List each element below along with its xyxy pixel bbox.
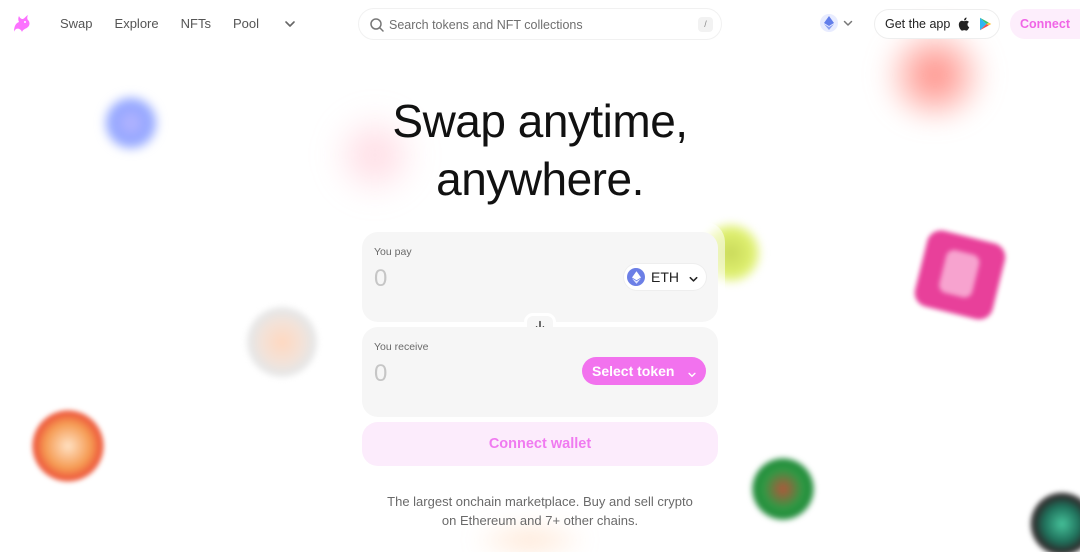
- token-bubble-icon: [246, 306, 318, 378]
- token-bubble-icon: [32, 410, 104, 482]
- nav-links: Swap Explore NFTs Pool: [60, 16, 297, 31]
- apple-icon: [958, 17, 971, 31]
- pay-token-symbol: ETH: [651, 269, 679, 285]
- search-shortcut-key: /: [698, 17, 713, 32]
- select-token-label: Select token: [592, 363, 675, 379]
- page-title: Swap anytime, anywhere.: [0, 92, 1080, 208]
- google-play-icon: [979, 17, 992, 31]
- tagline-line1: The largest onchain marketplace. Buy and…: [387, 494, 693, 509]
- chevron-down-icon: [687, 367, 697, 383]
- receive-label: You receive: [374, 341, 429, 353]
- ethereum-icon: [820, 14, 838, 32]
- tagline-line2: on Ethereum and 7+ other chains.: [441, 513, 639, 528]
- search-input[interactable]: [389, 16, 689, 34]
- nav-link-explore[interactable]: Explore: [115, 16, 159, 31]
- chevron-down-icon[interactable]: [283, 17, 297, 31]
- receive-amount-input[interactable]: [374, 359, 524, 389]
- tagline: The largest onchain marketplace. Buy and…: [0, 492, 1080, 530]
- get-the-app-button[interactable]: Get the app: [874, 9, 1000, 39]
- chevron-down-icon: [843, 20, 853, 26]
- token-bubble-icon: [911, 227, 1009, 323]
- pay-token-selector[interactable]: ETH: [624, 264, 706, 290]
- unicorn-icon[interactable]: [10, 13, 34, 37]
- connect-button[interactable]: Connect: [1010, 9, 1080, 39]
- nav-link-swap[interactable]: Swap: [60, 16, 93, 31]
- receive-panel: You receive Select token: [362, 327, 718, 417]
- pay-label: You pay: [374, 246, 412, 258]
- nav-link-nfts[interactable]: NFTs: [181, 16, 211, 31]
- page-title-line2: anywhere.: [436, 153, 644, 205]
- get-app-label: Get the app: [885, 17, 951, 31]
- select-token-button[interactable]: Select token: [582, 357, 706, 385]
- nav-link-pool[interactable]: Pool: [233, 16, 259, 31]
- pay-amount-input[interactable]: [374, 264, 524, 294]
- ethereum-icon: [627, 268, 645, 286]
- search-icon: [369, 17, 385, 33]
- top-nav: Swap Explore NFTs Pool / Get the app Con…: [0, 0, 1080, 48]
- search-bar[interactable]: /: [358, 8, 722, 40]
- chevron-down-icon: [688, 272, 699, 290]
- connect-wallet-button[interactable]: Connect wallet: [362, 422, 718, 466]
- pay-panel: You pay ETH: [362, 232, 718, 322]
- page-title-line1: Swap anytime,: [392, 95, 688, 147]
- chain-selector[interactable]: [820, 14, 854, 32]
